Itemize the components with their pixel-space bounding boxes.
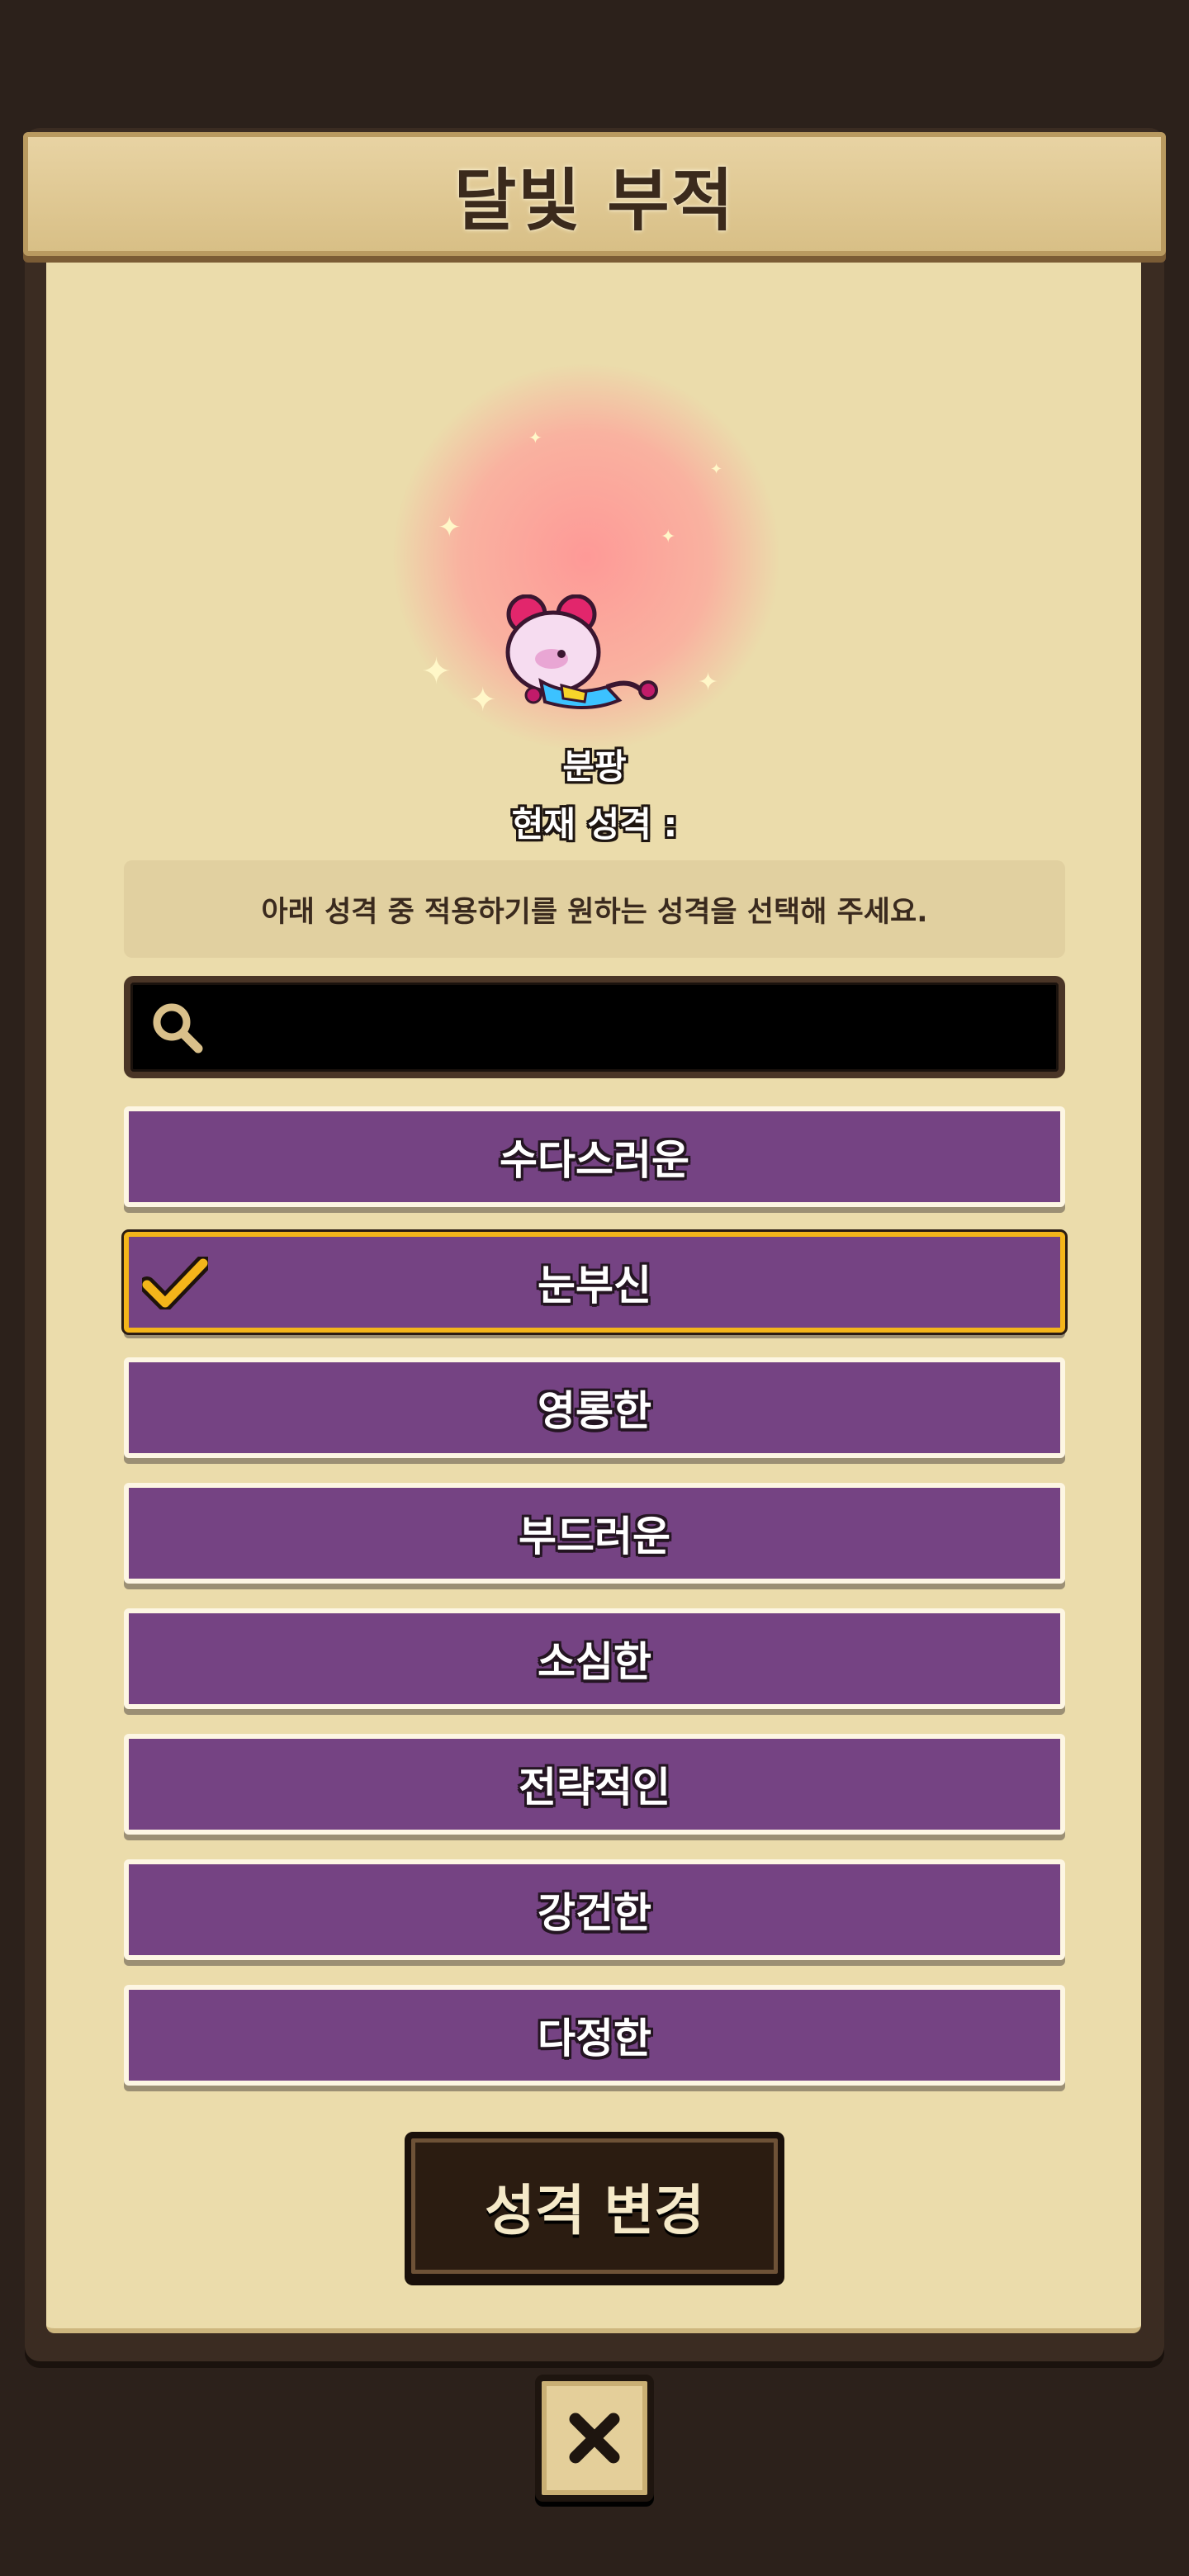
trait-option-7[interactable]: 다정한 [124,1985,1065,2086]
trait-option-5[interactable]: 전략적인 [124,1734,1065,1835]
sparkle-icon: ✦ [469,681,497,719]
trait-label: 영롱한 [538,1387,651,1435]
trait-label: 다정한 [538,2015,651,2062]
trait-label: 부드러운 [519,1513,670,1560]
sparkle-icon: ✦ [528,428,542,447]
trait-label: 소심한 [538,1638,651,1686]
trait-label: 수다스러운 [500,1136,689,1184]
trait-option-1[interactable]: 눈부신 [124,1232,1065,1333]
instruction-text: 아래 성격 중 적용하기를 원하는 성격을 선택해 주세요. [261,895,928,929]
close-icon [569,2413,620,2464]
trait-label: 강건한 [538,1889,651,1937]
pet-name: 분팡 [562,746,627,787]
trait-option-0[interactable]: 수다스러운 [124,1106,1065,1207]
trait-option-2[interactable]: 영롱한 [124,1357,1065,1458]
sparkle-icon: ✦ [438,511,462,544]
dialog-title: 달빛 부적 [453,161,736,240]
sparkle-icon: ✦ [710,461,723,478]
close-button[interactable] [535,2375,654,2502]
trait-option-6[interactable]: 강건한 [124,1859,1065,1960]
instruction-box: 아래 성격 중 적용하기를 원하는 성격을 선택해 주세요. [124,860,1065,958]
search-box[interactable] [124,976,1065,1078]
sparkle-icon: ✦ [421,651,452,693]
search-icon [153,1003,203,1054]
sparkle-icon: ✦ [661,527,676,547]
dialog-panel-edge [46,2312,1141,2333]
trait-label: 눈부신 [538,1262,651,1309]
search-input[interactable] [221,991,1042,1067]
trait-option-3[interactable]: 부드러운 [124,1483,1065,1584]
trait-option-4[interactable]: 소심한 [124,1608,1065,1709]
sparkle-icon: ✦ [698,668,719,697]
pet-sprite [505,594,658,709]
title-banner: 달빛 부적 [23,132,1166,256]
check-icon [142,1257,208,1309]
trait-label: 전략적인 [519,1764,670,1811]
current-trait-label: 현재 성격 : [511,804,678,845]
change-trait-button[interactable]: 성격 변경 [405,2132,784,2280]
change-trait-button-label: 성격 변경 [485,2179,704,2242]
